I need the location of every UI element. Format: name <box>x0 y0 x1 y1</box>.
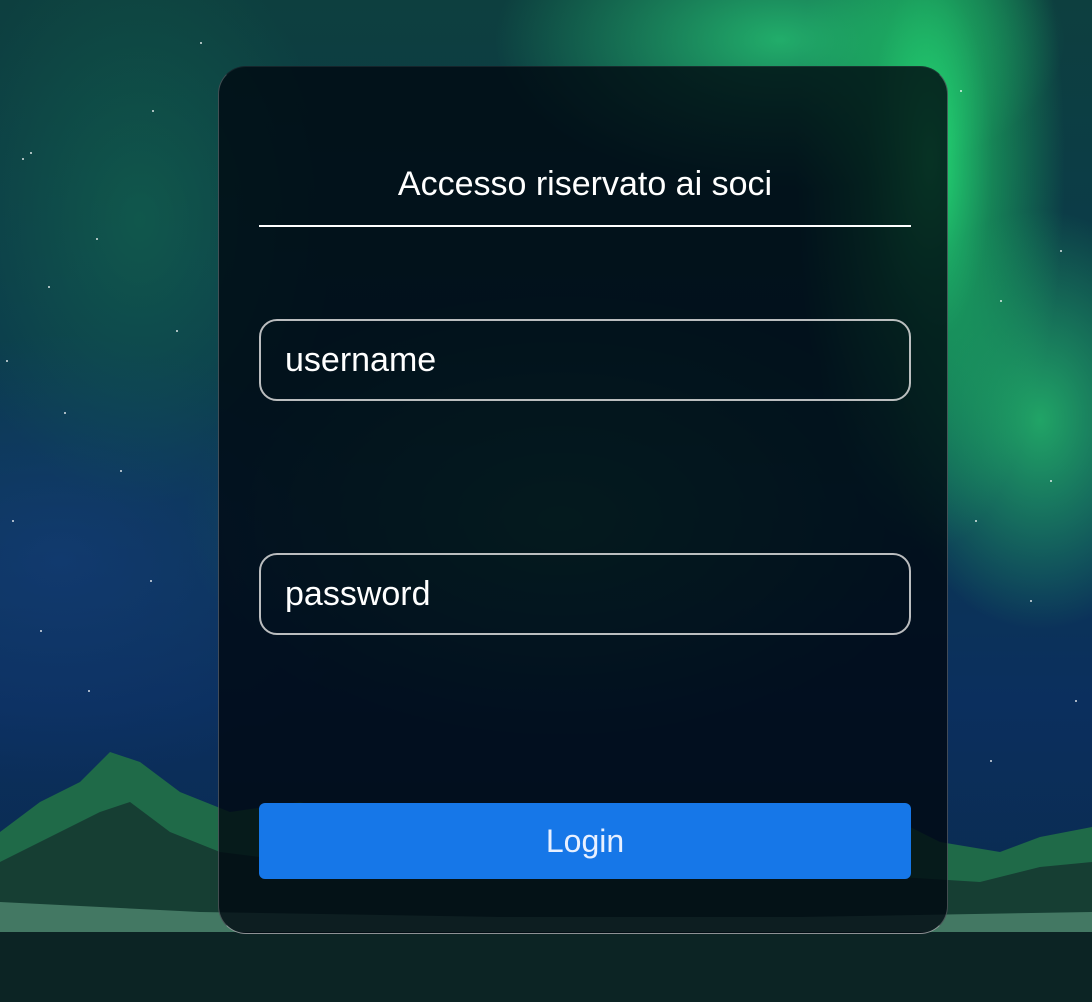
login-title: Accesso riservato ai soci <box>397 165 773 203</box>
login-card: Accesso riservato ai soci Login <box>218 66 948 934</box>
login-screen: Accesso riservato ai soci Login <box>0 0 1092 1002</box>
login-button[interactable]: Login <box>259 803 911 879</box>
title-divider <box>259 225 911 227</box>
password-input[interactable] <box>259 553 911 635</box>
username-input[interactable] <box>259 319 911 401</box>
